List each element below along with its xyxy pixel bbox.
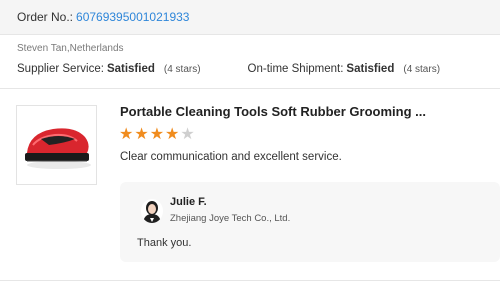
supplier-service-value: Satisfied	[106, 63, 155, 75]
star-icon: ★	[119, 126, 134, 143]
order-number-label: Order No.:	[17, 10, 74, 24]
star-icon: ★	[134, 126, 149, 143]
supplier-service-stars: (4 stars)	[163, 64, 201, 75]
product-title[interactable]: Portable Cleaning Tools Soft Rubber Groo…	[120, 104, 426, 119]
replier-company: Zhejiang Joye Tech Co., Ltd.	[170, 213, 291, 224]
supplier-service-label: Supplier Service:	[17, 63, 104, 75]
product-thumbnail[interactable]	[16, 105, 97, 185]
on-time-shipment-rating: On-time Shipment: Satisfied (4 stars)	[248, 63, 440, 75]
review-text: Clear communication and excellent servic…	[120, 151, 342, 163]
red-rubber-brush-icon	[24, 128, 91, 169]
supplier-service-rating: Supplier Service: Satisfied (4 stars)	[17, 63, 201, 75]
bottom-divider	[0, 280, 500, 281]
on-time-shipment-value: Satisfied	[346, 63, 395, 75]
replier-name: Julie F.	[170, 196, 207, 208]
order-number-link[interactable]: 60769395001021933	[76, 10, 189, 24]
reply-text: Thank you.	[137, 237, 192, 249]
product-star-rating: ★ ★ ★ ★ ★	[119, 126, 196, 144]
star-icon: ★	[165, 126, 180, 143]
section-divider	[0, 88, 500, 89]
on-time-shipment-label: On-time Shipment:	[247, 63, 344, 75]
on-time-shipment-stars: (4 stars)	[403, 64, 441, 75]
buyer-name-country: Steven Tan,Netherlands	[17, 43, 124, 54]
star-icon: ★	[149, 126, 165, 143]
seller-ratings: Supplier Service: Satisfied (4 stars) On…	[17, 63, 440, 75]
avatar	[141, 199, 163, 223]
star-icon: ★	[180, 126, 195, 143]
order-header: Order No.: 60769395001021933	[0, 0, 500, 35]
